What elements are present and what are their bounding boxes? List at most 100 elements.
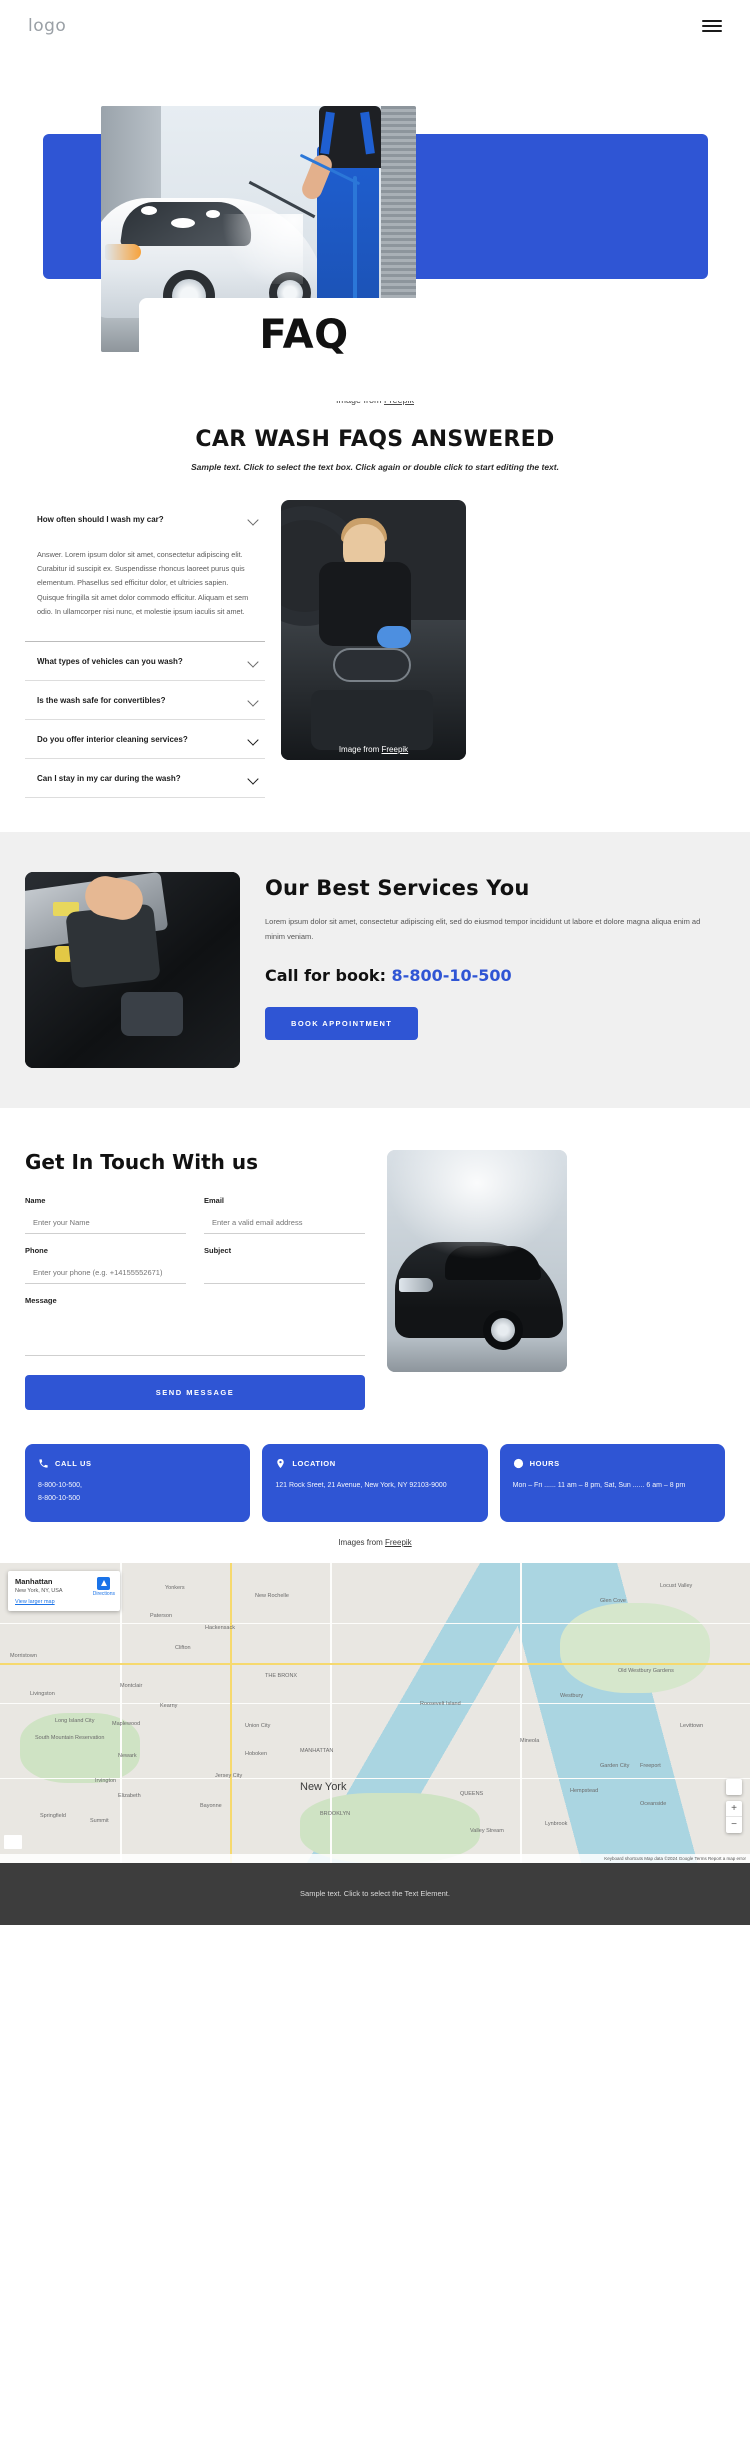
map-label: Freeport <box>640 1762 661 1769</box>
map-zoom-controls[interactable]: + − <box>726 1800 742 1833</box>
map-label: Bayonne <box>200 1802 222 1809</box>
services-text: Our Best Services You Lorem ipsum dolor … <box>265 872 725 1041</box>
services-call-line: Call for book: 8-800-10-500 <box>265 966 725 985</box>
map-label: Westbury <box>560 1692 584 1699</box>
chevron-down-icon[interactable] <box>248 695 259 706</box>
hamburger-menu-icon[interactable] <box>702 20 722 32</box>
card-hours[interactable]: HOURS Mon – Fri ...... 11 am – 8 pm, Sat… <box>499 1444 725 1522</box>
send-message-button[interactable]: SEND MESSAGE <box>25 1375 365 1411</box>
contact-car-photo <box>387 1150 567 1373</box>
card-body: 121 Rock Sreet, 21 Avenue, New York, NY … <box>275 1482 447 1490</box>
subject-input[interactable] <box>204 1264 365 1285</box>
accordion-header[interactable]: Can I stay in my car during the wash? <box>25 759 265 797</box>
map-label: New Rochelle <box>255 1592 289 1599</box>
name-label: Name <box>25 1196 46 1206</box>
map-label: Mineola <box>520 1737 540 1744</box>
info-cards: CALL US 8-800-10-500, 8-800-10-500 LOCAT… <box>0 1410 750 1522</box>
freepik-link[interactable]: Freepik <box>385 1538 412 1547</box>
map-label: MANHATTAN <box>300 1747 334 1754</box>
page-title: FAQ <box>259 312 349 358</box>
card-title: HOURS <box>529 1459 560 1469</box>
site-header: logo <box>0 0 750 52</box>
chevron-down-icon[interactable] <box>248 734 259 745</box>
services-engine-photo <box>25 872 240 1069</box>
contact-form-column: Get In Touch With us Name Email Phone <box>25 1150 365 1411</box>
map-label: Maplewood <box>112 1720 141 1727</box>
accordion-header[interactable]: How often should I wash my car? <box>25 500 265 538</box>
contact-section: Get In Touch With us Name Email Phone <box>0 1108 750 1411</box>
freepik-link[interactable]: Freepik <box>382 745 409 754</box>
faq-heading: CAR WASH FAQS ANSWERED <box>195 427 555 452</box>
map-label: Garden City <box>600 1762 630 1769</box>
name-input[interactable] <box>25 1214 186 1235</box>
map-label: Irvington <box>95 1777 117 1784</box>
map-label: Hempstead <box>570 1787 599 1794</box>
phone-input[interactable] <box>25 1264 186 1285</box>
accordion-header[interactable]: Is the wash safe for convertibles? <box>25 681 265 719</box>
chevron-down-icon[interactable] <box>248 773 259 784</box>
accordion-header[interactable]: Do you offer interior cleaning services? <box>25 720 265 758</box>
phone-icon <box>39 1459 48 1468</box>
images-credit: Images from Freepik <box>0 1538 750 1547</box>
map-highway <box>0 1662 750 1665</box>
map-label: Glen Cove <box>600 1597 626 1604</box>
map-label: Hackensack <box>205 1624 235 1631</box>
services-phone[interactable]: 8-800-10-500 <box>392 966 512 985</box>
map-label: Jersey City <box>215 1772 243 1779</box>
directions-arrow-icon <box>97 1576 111 1590</box>
site-footer: Sample text. Click to select the Text El… <box>0 1862 750 1925</box>
map-city-label: New York <box>300 1780 347 1793</box>
map-label: Union City <box>245 1722 271 1729</box>
accordion-question: How often should I wash my car? <box>37 515 164 524</box>
field-email: Email <box>204 1196 365 1235</box>
services-heading: Our Best Services You <box>265 876 530 901</box>
zoom-out-button[interactable]: − <box>726 1817 742 1833</box>
message-textarea[interactable] <box>25 1312 365 1357</box>
map-directions-button[interactable]: Directions <box>93 1576 115 1597</box>
site-logo[interactable]: logo <box>28 16 66 36</box>
card-location[interactable]: LOCATION 121 Rock Sreet, 21 Avenue, New … <box>262 1444 488 1522</box>
credit-prefix: Images from <box>338 1537 385 1547</box>
faq-section: CAR WASH FAQS ANSWERED Sample text. Clic… <box>0 352 750 799</box>
accordion-question: Can I stay in my car during the wash? <box>37 774 181 784</box>
email-input[interactable] <box>204 1214 365 1235</box>
burger-line <box>702 20 722 22</box>
card-header: HOURS <box>513 1458 712 1469</box>
street-view-pegman-icon[interactable] <box>726 1778 742 1795</box>
accordion-item: What types of vehicles can you wash? <box>25 642 265 682</box>
map-label: Locust Valley <box>660 1582 693 1589</box>
view-larger-map-link[interactable]: View larger map <box>15 1599 113 1605</box>
accordion-item: Is the wash safe for convertibles? <box>25 681 265 721</box>
map-label: Yonkers <box>165 1584 185 1591</box>
accordion-question: Is the wash safe for convertibles? <box>37 696 166 706</box>
form-row: Phone Subject <box>25 1246 365 1296</box>
chevron-down-icon[interactable] <box>248 514 259 525</box>
footer-text: Sample text. Click to select the Text El… <box>300 1889 450 1899</box>
accordion-answer: Answer. Lorem ipsum dolor sit amet, cons… <box>37 550 249 616</box>
accordion-header[interactable]: What types of vehicles can you wash? <box>25 642 265 680</box>
faq-header: CAR WASH FAQS ANSWERED Sample text. Clic… <box>0 427 750 472</box>
subject-label: Subject <box>204 1246 232 1256</box>
book-appointment-button[interactable]: BOOK APPOINTMENT <box>265 1007 419 1041</box>
services-paragraph: Lorem ipsum dolor sit amet, consectetur … <box>265 917 701 942</box>
accordion-item: Can I stay in my car during the wash? <box>25 759 265 799</box>
accordion-question: What types of vehicles can you wash? <box>37 657 183 667</box>
services-section: Our Best Services You Lorem ipsum dolor … <box>0 832 750 1109</box>
map-label: Clifton <box>175 1644 191 1651</box>
message-label: Message <box>25 1296 57 1306</box>
map-label: Paterson <box>150 1612 173 1619</box>
map-info-card[interactable]: Directions Manhattan New York, NY, USA V… <box>8 1570 120 1611</box>
zoom-in-button[interactable]: + <box>726 1801 742 1817</box>
field-phone: Phone <box>25 1246 186 1285</box>
card-call-us[interactable]: CALL US 8-800-10-500, 8-800-10-500 <box>25 1444 251 1522</box>
map-road <box>120 1562 122 1863</box>
chevron-down-icon[interactable] <box>248 656 259 667</box>
map-label: Summit <box>90 1817 109 1824</box>
map-label: Roosevelt Island <box>420 1700 461 1707</box>
map-section[interactable]: New York Yonkers New Rochelle Hackensack… <box>0 1562 750 1863</box>
faq-accordion: How often should I wash my car? Answer. … <box>25 500 265 799</box>
card-header: CALL US <box>38 1458 237 1469</box>
google-logo <box>4 1834 22 1849</box>
accordion-item: How often should I wash my car? Answer. … <box>25 500 265 643</box>
form-row: Name Email <box>25 1196 365 1246</box>
